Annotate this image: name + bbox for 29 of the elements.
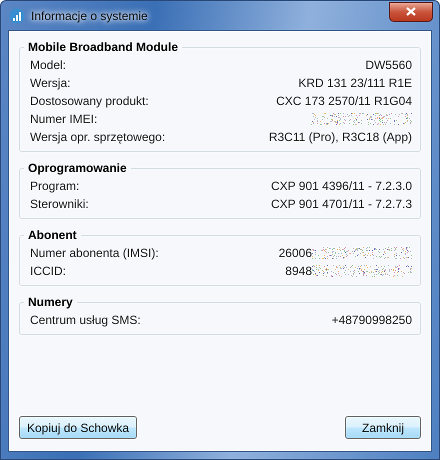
field-value: CXC 173 2570/11 R1G04: [276, 94, 412, 108]
field-label: Program:: [30, 179, 80, 193]
field-label: Model:: [30, 58, 66, 72]
field-label: Wersja:: [30, 76, 70, 90]
field-label: Numer abonenta (IMSI):: [30, 246, 159, 260]
field-label: Dostosowany produkt:: [30, 94, 149, 108]
window-title: Informacje o systemie: [31, 8, 149, 22]
field-value: R3C11 (Pro), R3C18 (App): [268, 130, 412, 144]
close-dialog-button[interactable]: Zamknij: [345, 416, 421, 439]
signal-bars-icon: [9, 8, 25, 24]
field-label: Sterowniki:: [30, 197, 89, 211]
field-label: ICCID:: [30, 264, 66, 278]
field-value: CXP 901 4396/11 - 7.2.3.0: [271, 179, 412, 193]
group-title: Mobile Broadband Module: [27, 40, 179, 54]
close-button[interactable]: [389, 2, 433, 22]
field-value: CXP 901 4701/11 - 7.2.7.3: [271, 197, 412, 211]
field-value: 8948: [285, 264, 312, 278]
field-label: Wersja opr. sprzętowego:: [30, 130, 166, 144]
group-title: Oprogramowanie: [27, 161, 128, 175]
group-title: Numery: [27, 295, 74, 309]
field-label: Centrum usług SMS:: [30, 313, 141, 327]
group-title: Abonent: [27, 228, 78, 242]
field-value: 26006: [278, 246, 312, 260]
copy-button[interactable]: Kopiuj do Schowka: [19, 416, 138, 439]
field-value: +48790998250: [332, 313, 412, 327]
field-label: Numer IMEI:: [30, 112, 98, 126]
close-icon: [406, 7, 416, 16]
field-value: KRD 131 23/111 R1E: [298, 76, 412, 90]
field-value: DW5560: [365, 58, 412, 72]
